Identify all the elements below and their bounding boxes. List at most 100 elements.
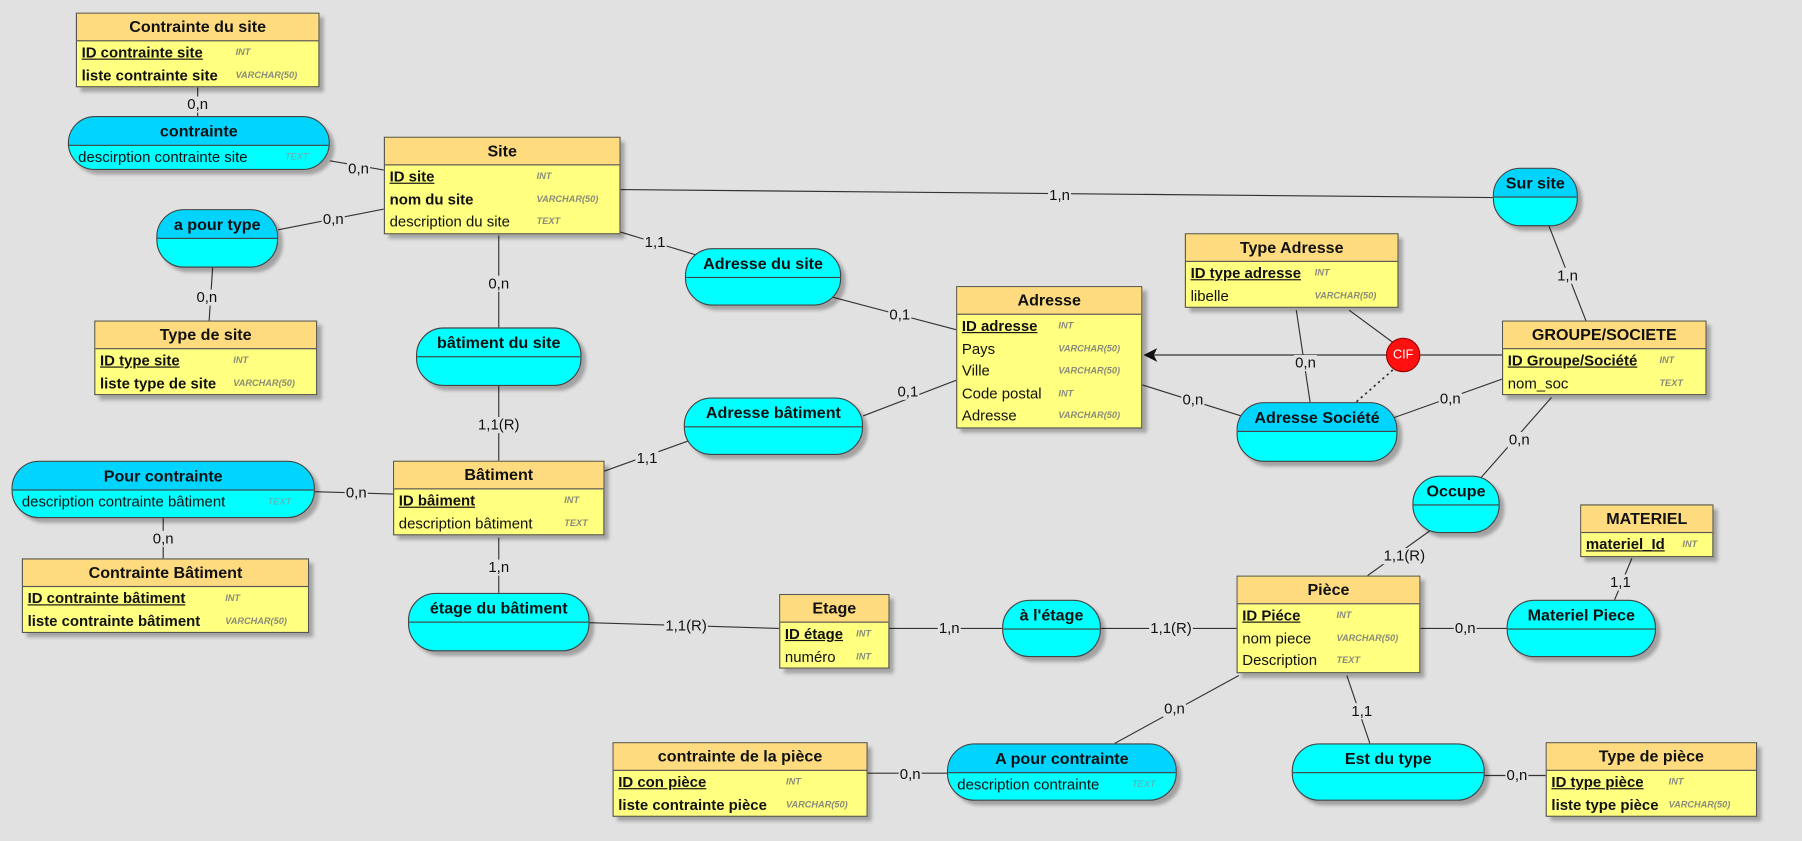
association-a-pour-type[interactable]: a pour type	[156, 209, 279, 268]
attribute-name: Adresse	[961, 406, 1017, 424]
attribute-type: TEXT	[1659, 377, 1683, 388]
cardinality-label: 0,1	[888, 305, 912, 323]
attribute-type: VARCHAR(50)	[786, 799, 848, 810]
cif-constraint[interactable]: CIF	[1385, 337, 1421, 373]
attribute-name: liste contrainte bâtiment	[27, 611, 201, 630]
attribute-name: Ville	[961, 361, 990, 380]
cardinality-label: 0,n	[487, 274, 511, 292]
attribute-type: VARCHAR(50)	[235, 69, 298, 80]
entity-type-de-piece[interactable]: Type de pièce ID type pièce INT liste type …	[1545, 742, 1758, 817]
primary-key-name: ID con pièce	[618, 773, 707, 791]
cif-link-type-adresse	[1348, 309, 1394, 343]
entity-title: Etage	[780, 595, 889, 623]
cardinality-label: 0,n	[344, 483, 368, 501]
primary-key-name: ID type adresse	[1190, 264, 1302, 282]
cardinality-label: 1,1(R)	[664, 616, 708, 635]
association-sur-site[interactable]: Sur site	[1492, 167, 1578, 227]
entity-attribute: ID type pièce INT	[1547, 771, 1756, 793]
association-title: à l'étage	[1003, 601, 1100, 630]
entity-title: MATERIEL	[1581, 505, 1713, 534]
association-adresse-batiment[interactable]: Adresse bâtiment	[683, 397, 864, 455]
cardinality-label: 0,n	[151, 529, 175, 547]
entity-groupe-societe[interactable]: GROUPE/SOCIETE ID Groupe/Société INT nom_so…	[1502, 320, 1707, 396]
association-adresse-societe[interactable]: Adresse Société	[1236, 402, 1398, 462]
attribute-type: INT	[536, 171, 552, 182]
cardinality-label: 0,n	[898, 765, 922, 783]
association-adresse-du-site[interactable]: Adresse du site	[684, 248, 842, 306]
entity-contrainte-du-site[interactable]: Contrainte du site ID contrainte site INT l…	[75, 12, 320, 88]
entity-attribute: Adresse VARCHAR(50)	[957, 404, 1141, 426]
attribute-type: INT	[1659, 355, 1675, 366]
mcd-diagram: CIF Contrainte du site ID contrainte site…	[0, 0, 1802, 841]
entity-title: GROUPE/SOCIETE	[1503, 321, 1706, 350]
entity-attribute: nom du site VARCHAR(50)	[385, 188, 619, 210]
cardinality-label: 0,n	[1162, 699, 1187, 717]
entity-etage[interactable]: Etage ID étage INT numéro INT	[779, 593, 890, 669]
entity-piece[interactable]: Pièce ID Piéce INT nom piece VARCHAR(50) Desc…	[1236, 575, 1421, 673]
cardinality-label: 0,n	[1438, 389, 1462, 407]
entity-adresse[interactable]: Adresse ID adresse INT Pays VARCHAR(50) Ville…	[956, 286, 1143, 428]
entity-contrainte-batiment[interactable]: Contrainte Bâtiment ID contrainte bâtimen…	[21, 558, 310, 634]
entity-attribute: ID con pièce INT	[614, 771, 867, 793]
attribute-type: INT	[233, 355, 249, 366]
entity-title: Pièce	[1237, 576, 1420, 605]
association-batiment-du-site[interactable]: bâtiment du site	[416, 327, 582, 387]
entity-attribute: description bâtiment TEXT	[394, 512, 603, 534]
entity-batiment[interactable]: Bâtiment ID bâiment INT description bâtimen…	[393, 460, 605, 536]
association-a-l-etage[interactable]: à l'étage	[1002, 599, 1101, 658]
entity-attribute: ID Piéce INT	[1238, 604, 1420, 626]
association-a-pour-contrainte[interactable]: A pour contrainte description contrainte T…	[946, 743, 1177, 801]
cardinality-label: 1,n	[1048, 186, 1072, 204]
attribute-type: INT	[235, 47, 251, 58]
association-title: Sur site	[1493, 168, 1577, 198]
association-title: Est du type	[1292, 744, 1484, 774]
cardinality-label: 1,1(R)	[1382, 546, 1427, 565]
association-materiel-piece[interactable]: Materiel Piece	[1506, 599, 1656, 658]
primary-key-name: ID étage	[784, 625, 844, 643]
attribute-type: TEXT	[564, 517, 588, 528]
entity-site[interactable]: Site ID site INT nom du site VARCHAR(50) desc…	[383, 136, 621, 234]
cardinality-label: 0,n	[321, 210, 345, 228]
primary-key-name: ID contrainte bâtiment	[27, 589, 186, 607]
association-title: Adresse Société	[1237, 403, 1397, 432]
association-pour-contrainte[interactable]: Pour contrainte description contrainte bâ…	[11, 460, 315, 519]
entity-contrainte-de-la-piece[interactable]: contrainte de la pièce ID con pièce INT lis…	[612, 742, 868, 817]
attribute-name: libelle	[1190, 286, 1229, 304]
entity-title: Type de pièce	[1546, 743, 1756, 771]
entity-attribute: liste type pièce VARCHAR(50)	[1547, 793, 1756, 815]
entity-attribute: ID type adresse INT	[1186, 262, 1397, 284]
attribute-name: liste type pièce	[1551, 795, 1659, 813]
entity-attribute: liste contrainte bâtiment VARCHAR(50)	[23, 609, 308, 631]
entity-materiel[interactable]: MATERIEL materiel_Id INT	[1580, 504, 1714, 557]
cardinality-label: 1,1(R)	[476, 415, 521, 434]
attribute-type: INT	[1668, 776, 1684, 787]
attribute-name: Code postal	[961, 384, 1042, 402]
entity-title: Adresse	[957, 287, 1142, 315]
attribute-type: INT	[564, 495, 580, 506]
attribute-name: description contrainte bâtiment	[21, 492, 226, 511]
entity-attribute: liste type de site VARCHAR(50)	[95, 372, 316, 394]
cardinality-label: 1,n	[487, 558, 511, 576]
association-occupe[interactable]: Occupe	[1412, 475, 1500, 534]
attribute-name: nom piece	[1242, 629, 1312, 647]
association-etage-du-batiment[interactable]: étage du bâtiment	[407, 592, 590, 652]
entity-attribute: description du site TEXT	[385, 210, 619, 232]
entity-title: Bâtiment	[394, 461, 604, 490]
cardinality-label: 0,n	[1505, 766, 1529, 784]
association-title: A pour contrainte	[948, 744, 1176, 774]
association-title: bâtiment du site	[417, 329, 581, 358]
entity-type-adresse[interactable]: Type Adresse ID type adresse INT libelle VAR…	[1184, 233, 1399, 308]
association-est-du-type[interactable]: Est du type	[1291, 743, 1485, 801]
cardinality-label: 0,n	[195, 288, 219, 306]
entity-title: Contrainte Bâtiment	[22, 559, 308, 588]
attribute-type: VARCHAR(50)	[1668, 799, 1731, 810]
attribute-type: INT	[1314, 267, 1330, 279]
association-contrainte[interactable]: contrainte descirption contrainte site TEX…	[67, 116, 330, 171]
primary-key-name: ID bâiment	[398, 491, 476, 509]
entity-attribute: ID étage INT	[780, 623, 888, 645]
entity-attribute: numéro INT	[780, 645, 888, 667]
attribute-name: Description	[1242, 651, 1318, 669]
entity-attribute: ID contrainte site INT	[77, 41, 318, 63]
entity-type-de-site[interactable]: Type de site ID type site INT liste type de…	[94, 320, 318, 396]
attribute-name: nom_soc	[1507, 373, 1569, 392]
